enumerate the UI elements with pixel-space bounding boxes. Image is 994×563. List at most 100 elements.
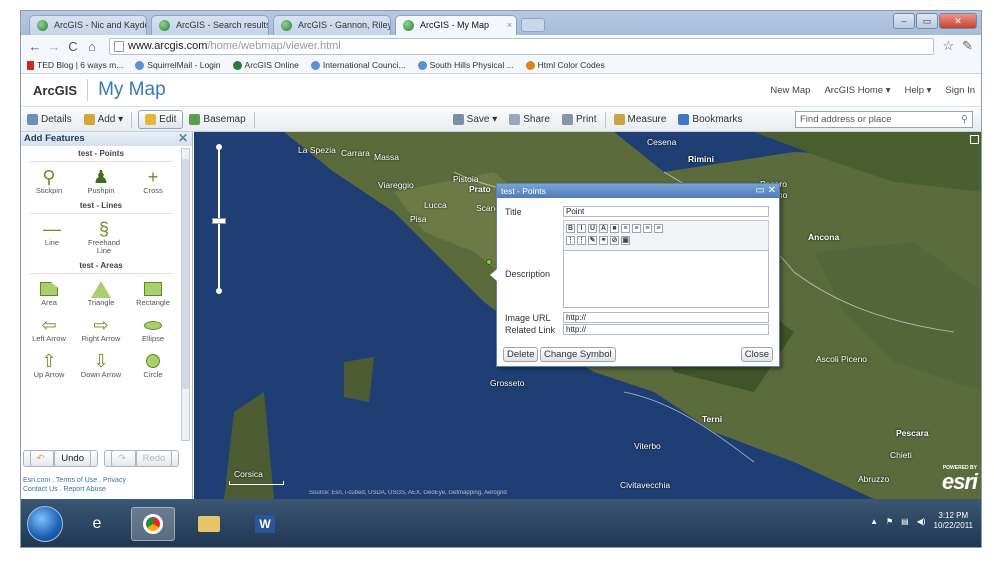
unlink-button[interactable]: ⊘ xyxy=(610,236,619,245)
template-stickpin[interactable]: ⚲ Stickpin xyxy=(26,167,72,195)
reload-icon[interactable]: C xyxy=(65,39,81,54)
tab-nic-kayden[interactable]: ArcGIS - Nic and Kayden's I xyxy=(29,15,147,35)
align-center-button[interactable]: ≡ xyxy=(632,224,641,233)
minimize-button[interactable]: – xyxy=(893,13,915,29)
tab-search-results[interactable]: ArcGIS - Search results for xyxy=(151,15,269,35)
related-link-field[interactable]: http:// xyxy=(563,324,769,335)
justify-button[interactable]: ≡ xyxy=(654,224,663,233)
close-button[interactable]: Close xyxy=(740,347,773,362)
template-freehand-line[interactable]: § Freehand Line xyxy=(81,219,127,255)
link-button[interactable]: ⚭ xyxy=(599,236,608,245)
maximize-button[interactable]: ▭ xyxy=(916,13,938,29)
details-button[interactable]: Details xyxy=(21,110,78,129)
address-bar[interactable]: www.arcgis.com/home/webmap/viewer.html xyxy=(109,37,935,55)
save-button[interactable]: Save ▾ xyxy=(447,110,504,129)
change-symbol-button[interactable]: Change Symbol xyxy=(540,347,616,362)
point-feature-marker[interactable] xyxy=(486,259,492,265)
tab-my-map[interactable]: ArcGIS - My Map × xyxy=(395,15,517,35)
expand-map-icon[interactable] xyxy=(970,135,979,144)
arcgis-logo[interactable]: ArcGIS xyxy=(33,83,77,98)
footer-links-2[interactable]: Contact Us . Report Abuse xyxy=(23,485,126,494)
back-arrow-icon[interactable]: ← xyxy=(27,39,43,54)
popup-maximize-close-icons[interactable]: ▭ ✕ xyxy=(755,184,776,198)
panel-scrollbar[interactable] xyxy=(181,148,190,441)
share-button[interactable]: Share xyxy=(503,110,556,129)
template-circle[interactable]: Circle xyxy=(130,351,176,379)
wrench-icon[interactable]: ✎ xyxy=(962,38,973,54)
scrollbar-thumb[interactable] xyxy=(182,159,189,389)
measure-button[interactable]: Measure xyxy=(608,110,673,129)
bullet-list-button[interactable]: ⋮ xyxy=(577,236,586,245)
taskbar-chrome-icon[interactable] xyxy=(131,507,175,541)
template-left-arrow[interactable]: ⇦ Left Arrow xyxy=(26,315,72,343)
taskbar-explorer-icon[interactable] xyxy=(187,507,231,541)
basemap-button[interactable]: Basemap xyxy=(183,110,251,129)
tray-arrow-icon[interactable]: ▲ xyxy=(870,517,878,526)
search-icon[interactable]: ⚲ xyxy=(961,112,968,127)
delete-button[interactable]: Delete xyxy=(503,347,539,362)
zoom-in-dot[interactable] xyxy=(216,144,222,150)
template-right-arrow[interactable]: ⇨ Right Arrow xyxy=(78,315,124,343)
volume-icon[interactable]: ◀) xyxy=(917,517,926,526)
bookmark-arcgis-online[interactable]: ArcGIS Online xyxy=(232,60,299,70)
help-menu[interactable]: Help ▾ xyxy=(904,85,931,96)
image-button[interactable]: ▣ xyxy=(621,236,630,245)
redo-button[interactable]: ↷ Redo xyxy=(104,450,180,467)
zoom-slider[interactable] xyxy=(212,144,226,294)
print-button[interactable]: Print xyxy=(556,110,603,129)
ellipse-icon xyxy=(130,315,176,335)
add-button[interactable]: Add ▾ xyxy=(78,110,130,129)
bookmark-south-hills[interactable]: South Hills Physical ... xyxy=(417,60,514,70)
template-cross[interactable]: + Cross xyxy=(130,167,176,195)
format-button[interactable]: ✎ xyxy=(588,236,597,245)
font-color-button[interactable]: A xyxy=(599,224,608,233)
bookmark-international[interactable]: International Counci... xyxy=(310,60,406,70)
bookmark-squirrelmail[interactable]: SquirrelMail - Login xyxy=(135,60,221,70)
network-icon[interactable]: ▤ xyxy=(901,517,909,526)
title-field[interactable]: Point xyxy=(563,206,769,217)
start-button[interactable] xyxy=(27,506,63,542)
italic-button[interactable]: I xyxy=(577,224,586,233)
footer-links-1[interactable]: Esri.com . Terms of Use . Privacy xyxy=(23,476,126,485)
align-right-button[interactable]: ≡ xyxy=(643,224,652,233)
template-pushpin[interactable]: ♟ Pushpin xyxy=(78,167,124,195)
home-icon[interactable]: ⌂ xyxy=(84,39,100,54)
forward-arrow-icon[interactable]: → xyxy=(46,39,62,54)
map-view[interactable]: La Spezia Carrara Massa Viareggio Pistoi… xyxy=(194,132,981,499)
align-left-button[interactable]: ≡ xyxy=(621,224,630,233)
bold-button[interactable]: B xyxy=(566,224,575,233)
template-ellipse[interactable]: Ellipse xyxy=(130,315,176,343)
underline-button[interactable]: U xyxy=(588,224,597,233)
clock[interactable]: 3:12 PM 10/22/2011 xyxy=(934,511,973,531)
zoom-out-dot[interactable] xyxy=(216,288,222,294)
new-tab-button[interactable] xyxy=(521,18,545,32)
new-map-link[interactable]: New Map xyxy=(770,85,810,96)
template-area[interactable]: Area xyxy=(26,279,72,307)
description-editor[interactable] xyxy=(563,250,769,308)
taskbar-word-icon[interactable]: W xyxy=(243,507,287,541)
tab-gannon-riley[interactable]: ArcGIS - Gannon, Riley, Jo xyxy=(273,15,391,35)
template-up-arrow[interactable]: ⇧ Up Arrow xyxy=(26,351,72,379)
edit-button[interactable]: Edit xyxy=(138,110,184,129)
template-down-arrow[interactable]: ⇩ Down Arrow xyxy=(78,351,124,379)
star-icon[interactable]: ☆ xyxy=(942,38,954,54)
close-tab-icon[interactable]: × xyxy=(507,16,512,35)
zoom-thumb[interactable] xyxy=(212,218,226,224)
arcgis-home-menu[interactable]: ArcGIS Home ▾ xyxy=(824,85,890,96)
taskbar-ie-icon[interactable]: e xyxy=(75,507,119,541)
flag-icon[interactable]: ⚑ xyxy=(886,517,893,526)
template-triangle[interactable]: Triangle xyxy=(78,279,124,307)
image-url-field[interactable]: http:// xyxy=(563,312,769,323)
highlight-button[interactable]: ■ xyxy=(610,224,619,233)
bookmark-ted[interactable]: TED Blog | 6 ways m... xyxy=(27,60,123,70)
close-window-button[interactable]: ✕ xyxy=(939,13,977,29)
address-search-input[interactable]: Find address or place ⚲ xyxy=(795,111,973,128)
bookmark-html-colors[interactable]: Html Color Codes xyxy=(525,60,605,70)
bookmarks-button[interactable]: Bookmarks xyxy=(672,110,748,129)
close-panel-icon[interactable]: ✕ xyxy=(178,131,188,145)
template-line[interactable]: — Line xyxy=(29,219,75,255)
sign-in-link[interactable]: Sign In xyxy=(945,85,975,96)
template-rectangle[interactable]: Rectangle xyxy=(130,279,176,307)
numbered-list-button[interactable]: ⋮ xyxy=(566,236,575,245)
undo-button[interactable]: ↶ Undo xyxy=(22,450,98,467)
